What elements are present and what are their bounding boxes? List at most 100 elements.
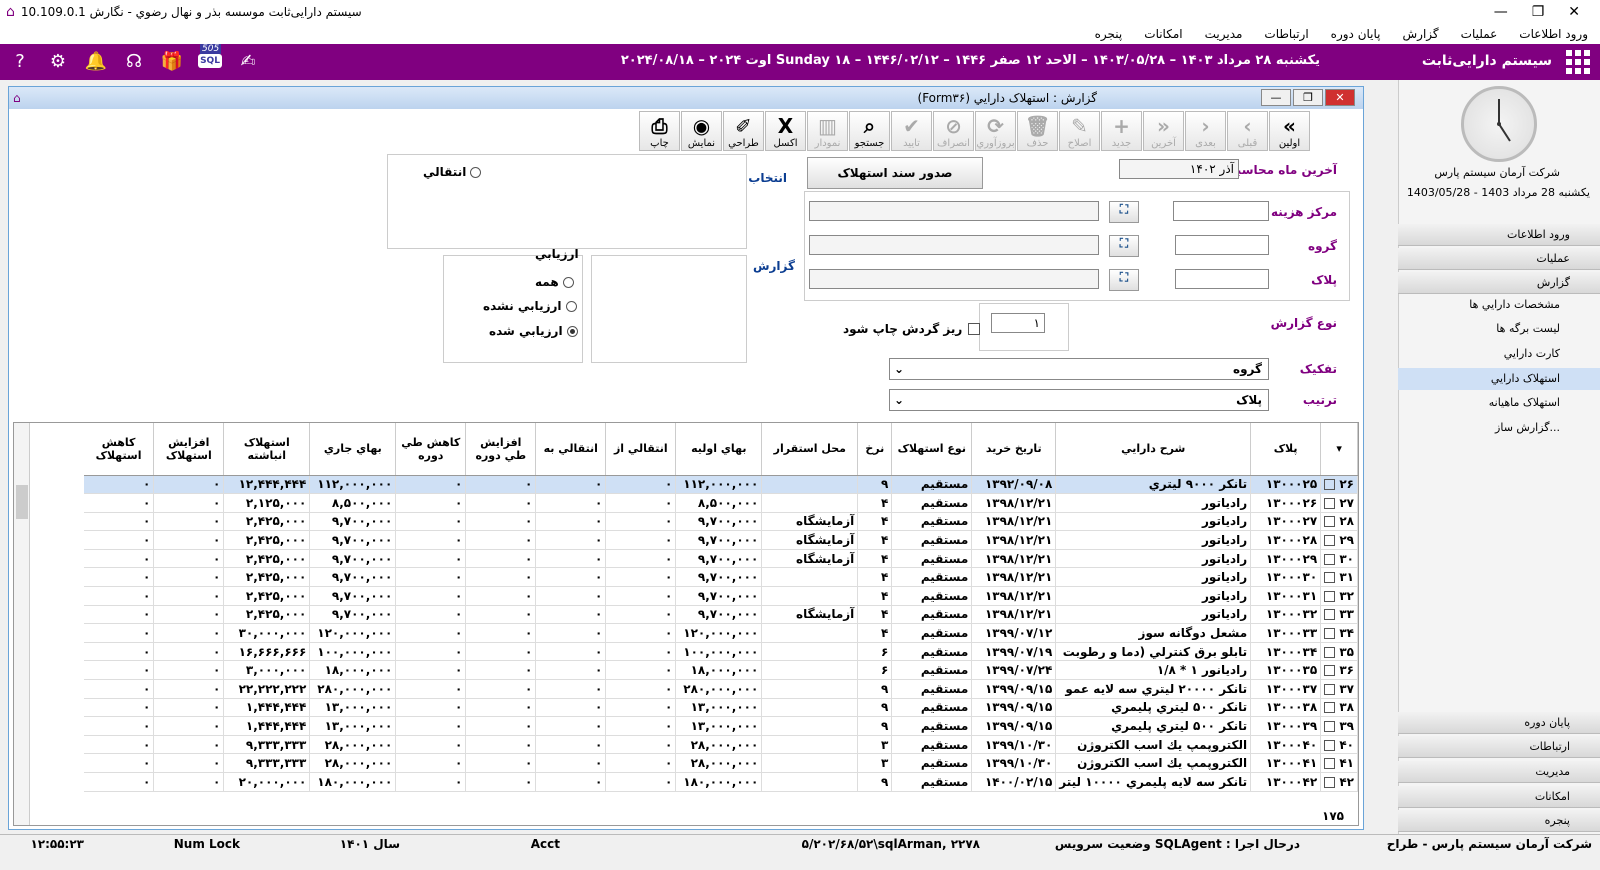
table-row[interactable]: ۳۱ ۱۳۰۰۰۳۰ رادياتور ۱۳۹۸/۱۲/۲۱ مستقيم ۴ ۹,۷۰۰… [83, 567, 1358, 588]
row-checkbox[interactable] [1324, 646, 1336, 658]
tag-search-icon[interactable]: ⛶ [1109, 269, 1139, 291]
side-nav-period-end[interactable]: پايان دوره [1398, 712, 1600, 734]
row-number[interactable]: ۳۷ [1320, 679, 1358, 699]
row-number[interactable]: ۳۸ [1320, 698, 1358, 718]
column-header[interactable]: شرح دارايي [1055, 423, 1252, 476]
row-checkbox[interactable] [1324, 683, 1336, 695]
signature-icon[interactable]: ✍ [236, 48, 260, 74]
minimize-button[interactable]: — [1494, 4, 1508, 20]
column-header[interactable]: محل استقرار [761, 423, 859, 476]
table-row[interactable]: ۴۰ ۱۳۰۰۰۴۰ الکتروپمپ يك اسب الکتروژن ۱۳۹۹/… [83, 735, 1358, 755]
row-number[interactable]: ۳۵ [1320, 642, 1358, 662]
column-header[interactable]: نوع استهلاک [891, 423, 973, 476]
side-sub-asset-card[interactable]: کارت دارايي [1398, 343, 1600, 365]
side-sub-asset-depreciation[interactable]: استهلاک دارايي [1398, 368, 1600, 390]
sql-icon[interactable]: 505 SQL [198, 44, 222, 74]
toolbar-button-11[interactable]: ▥ نمودار [807, 111, 848, 151]
row-checkbox[interactable] [1324, 497, 1336, 509]
row-number[interactable]: ۳۹ [1320, 716, 1358, 736]
row-number[interactable]: ۲۹ [1320, 530, 1358, 550]
row-checkbox[interactable] [1324, 609, 1336, 621]
row-checkbox[interactable] [1324, 665, 1336, 677]
bell-icon[interactable]: 🔔 [84, 48, 108, 74]
toolbar-button-10[interactable]: ⌕ جستجو [849, 111, 890, 151]
table-row[interactable]: ۳۵ ۱۳۰۰۰۳۴ تابلو برق کنترلي (دما و رطوبت ۱… [83, 642, 1358, 662]
row-checkbox[interactable] [1324, 516, 1336, 528]
menu-period-end[interactable]: پايان دوره [1331, 27, 1381, 41]
column-header[interactable]: پلاک [1250, 423, 1322, 476]
table-row[interactable]: ۲۷ ۱۳۰۰۰۲۶ رادياتور ۱۳۹۸/۱۲/۲۱ مستقيم ۴ ۸,۵۰۰… [83, 493, 1358, 513]
side-nav-input[interactable]: ورود اطلاعات [1398, 224, 1600, 246]
row-checkbox[interactable] [1324, 702, 1336, 714]
row-checkbox[interactable] [1324, 479, 1336, 491]
toolbar-button-1[interactable]: › قبلی [1227, 111, 1268, 151]
row-checkbox[interactable] [1324, 776, 1336, 788]
group-search-icon[interactable]: ⛶ [1109, 235, 1139, 257]
window-restore-button[interactable]: ❐ [1293, 89, 1323, 106]
separation-select[interactable]: گروه ⌄ [889, 358, 1269, 380]
column-header[interactable]: بهاي اوليه [675, 423, 763, 476]
row-checkbox[interactable] [1324, 721, 1336, 733]
table-row[interactable]: ۳۹ ۱۳۰۰۰۳۹ تانکر ۵۰۰ ليتري پليمري ۱۳۹۹/۰۹/… [83, 716, 1358, 736]
vertical-scrollbar[interactable] [14, 423, 30, 825]
row-checkbox[interactable] [1324, 553, 1336, 565]
menu-operations[interactable]: عمليات [1461, 27, 1498, 41]
report-type-spinner[interactable]: ۱ [991, 313, 1045, 333]
menu-input[interactable]: ورود اطلاعات [1519, 27, 1588, 41]
row-number[interactable]: ۳۲ [1320, 586, 1358, 606]
column-header[interactable]: تاريخ خريد [971, 423, 1057, 476]
column-header[interactable]: افزايش طي دوره [465, 423, 537, 476]
menu-management[interactable]: مديريت [1205, 27, 1243, 41]
table-row[interactable]: ۳۲ ۱۳۰۰۰۳۱ رادياتور ۱۳۹۸/۱۲/۲۱ مستقيم ۴ ۹,۷۰۰… [83, 586, 1358, 606]
row-checkbox[interactable] [1324, 590, 1336, 602]
toolbar-button-9[interactable]: ✔ تاييد [891, 111, 932, 151]
sub-print-checkbox[interactable]: ريز گردش چاپ شود [843, 322, 981, 336]
side-sub-monthly-depreciation[interactable]: استهلاک ماهيانه [1398, 392, 1600, 414]
maximize-button[interactable]: ❐ [1532, 4, 1545, 20]
window-close-button[interactable]: ✕ [1325, 89, 1355, 106]
gear-icon[interactable]: ⚙ [46, 48, 70, 74]
side-nav-operations[interactable]: عمليات [1398, 248, 1600, 270]
menu-window[interactable]: پنجره [1095, 27, 1123, 41]
toolbar-button-2[interactable]: ‹ بعدی [1185, 111, 1226, 151]
table-row[interactable]: ۳۴ ۱۳۰۰۰۳۳ مشعل دوگانه سوز ۱۳۹۹/۰۷/۱۲ مستقي… [83, 623, 1358, 643]
toolbar-button-0[interactable]: » اولين [1269, 111, 1310, 151]
row-number[interactable]: ۴۰ [1320, 735, 1358, 755]
table-row[interactable]: ۴۲ ۱۳۰۰۰۴۲ تانکر سه لايه پليمري ۱۰۰۰۰ ليت… [83, 772, 1358, 792]
row-checkbox[interactable] [1324, 628, 1336, 640]
table-row[interactable]: ۳۸ ۱۳۰۰۰۳۸ تانکر ۵۰۰ ليتري پليمري ۱۳۹۹/۰۹/… [83, 698, 1358, 718]
row-number[interactable]: ۳۱ [1320, 567, 1358, 588]
transfer-radio[interactable]: انتقالي [423, 165, 482, 179]
eval-not-circle[interactable] [565, 300, 577, 312]
table-row[interactable]: ۳۰ ۱۳۰۰۰۲۹ رادياتور ۱۳۹۸/۱۲/۲۱ مستقيم ۴ آزماي… [83, 549, 1358, 569]
side-nav-window[interactable]: پنجره [1398, 810, 1600, 832]
table-row[interactable]: ۲۹ ۱۳۰۰۰۲۸ رادياتور ۱۳۹۸/۱۲/۲۱ مستقيم ۴ آزماي… [83, 530, 1358, 550]
toolbar-button-15[interactable]: ⎙ چاپ [639, 111, 680, 151]
toolbar-button-4[interactable]: + جديد [1101, 111, 1142, 151]
toolbar-button-12[interactable]: X اکسل [765, 111, 806, 151]
help-icon[interactable]: ? [8, 48, 32, 74]
side-sub-sheet-list[interactable]: ليست برگه ها [1398, 318, 1600, 340]
column-header[interactable]: نرخ [857, 423, 893, 476]
column-header[interactable]: کاهش طي دوره [395, 423, 467, 476]
toolbar-button-5[interactable]: ✎ اصلاح [1059, 111, 1100, 151]
side-sub-report-builder[interactable]: ...گزارش ساز [1398, 417, 1600, 439]
row-number[interactable]: ۴۲ [1320, 772, 1358, 792]
column-header[interactable]: کاهش استهلاک [83, 423, 155, 476]
table-row[interactable]: ۳۳ ۱۳۰۰۰۳۲ رادياتور ۱۳۹۸/۱۲/۲۱ مستقيم ۴ آزماي… [83, 605, 1358, 625]
row-number[interactable]: ۲۷ [1320, 493, 1358, 513]
row-number[interactable]: ۳۰ [1320, 549, 1358, 569]
side-nav-report[interactable]: گزارش [1398, 272, 1600, 294]
row-checkbox[interactable] [1324, 535, 1336, 547]
row-checkbox[interactable] [1324, 739, 1336, 751]
column-header[interactable]: استهلاک انباشته [223, 423, 311, 476]
gift-icon[interactable]: 🎁 [160, 48, 184, 74]
toolbar-button-8[interactable]: ⊘ انصراف [933, 111, 974, 151]
row-number[interactable]: ۳۶ [1320, 660, 1358, 681]
table-row[interactable]: ۲۸ ۱۳۰۰۰۲۷ رادياتور ۱۳۹۸/۱۲/۲۱ مستقيم ۴ آزماي… [83, 512, 1358, 532]
eval-not-radio[interactable]: ارزيابي نشده [483, 299, 577, 313]
sub-print-box[interactable] [968, 323, 981, 335]
eval-all-circle[interactable] [562, 276, 574, 288]
row-checkbox[interactable] [1324, 758, 1336, 770]
table-row[interactable]: ۴۱ ۱۳۰۰۰۴۱ الکتروپمپ يك اسب الکتروژن ۱۳۹۹/… [83, 753, 1358, 773]
